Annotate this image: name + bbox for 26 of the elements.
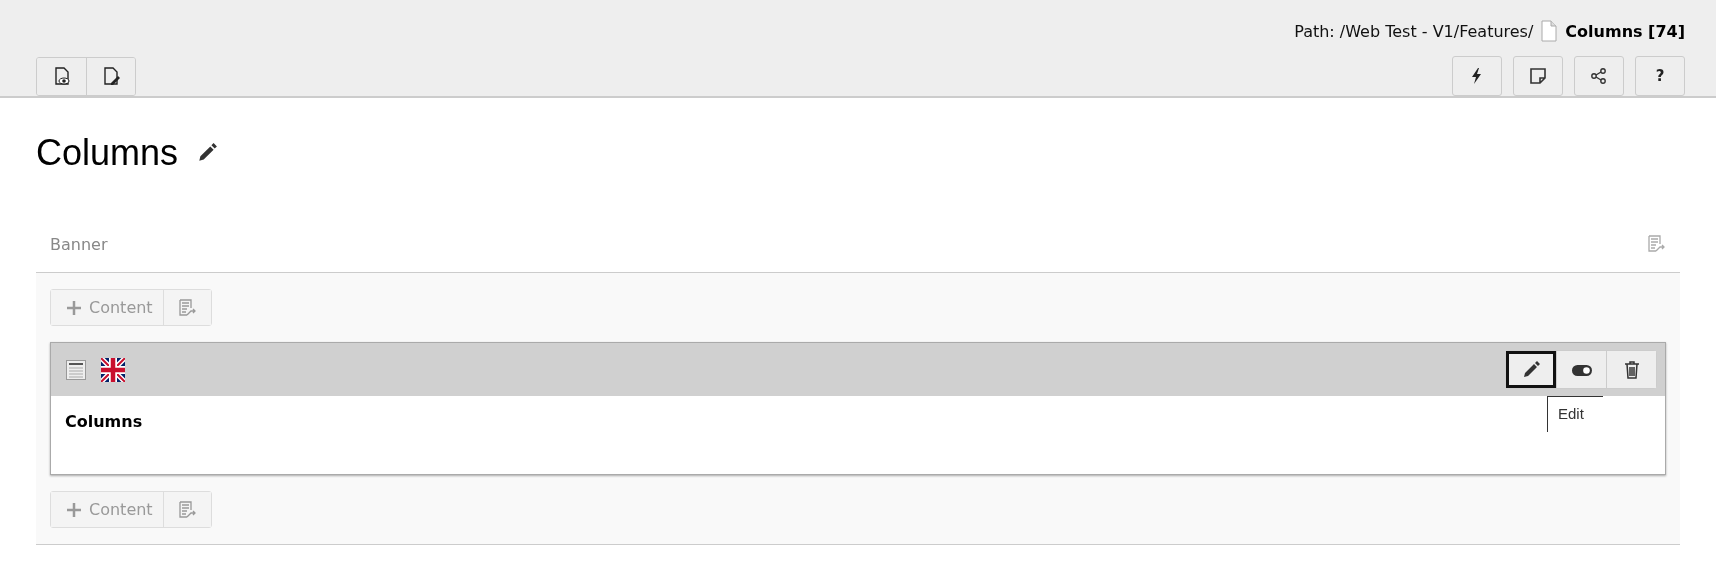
plus-icon xyxy=(67,502,81,517)
paste-content-icon xyxy=(177,297,198,318)
page-title: Columns xyxy=(36,132,179,174)
paste-content-icon xyxy=(177,499,198,520)
page-name: Columns [74] xyxy=(1565,21,1685,41)
tooltip-text: Edit xyxy=(1558,405,1585,422)
section-label: Banner xyxy=(50,234,108,254)
note-button[interactable] xyxy=(1513,56,1563,96)
paste-content-icon xyxy=(1646,234,1666,254)
flash-button[interactable] xyxy=(1452,56,1502,96)
plus-icon xyxy=(67,300,81,315)
delete-button[interactable] xyxy=(1606,351,1656,388)
edit-page-button[interactable] xyxy=(86,57,135,95)
share-button[interactable] xyxy=(1574,56,1624,96)
document-pencil-icon xyxy=(101,66,121,86)
edit-button[interactable] xyxy=(1506,351,1556,388)
pencil-icon xyxy=(1521,359,1541,380)
page-icon xyxy=(1541,20,1558,42)
pencil-icon xyxy=(196,142,219,164)
help-button[interactable]: ? xyxy=(1635,56,1685,96)
element-content-text: Columns xyxy=(65,412,143,431)
text-element-icon xyxy=(65,358,87,381)
sticky-note-icon xyxy=(1528,66,1548,86)
path-text: Path: /Web Test - V1/Features/ xyxy=(1294,21,1534,41)
share-icon xyxy=(1589,66,1609,86)
british-flag-icon xyxy=(101,357,125,382)
